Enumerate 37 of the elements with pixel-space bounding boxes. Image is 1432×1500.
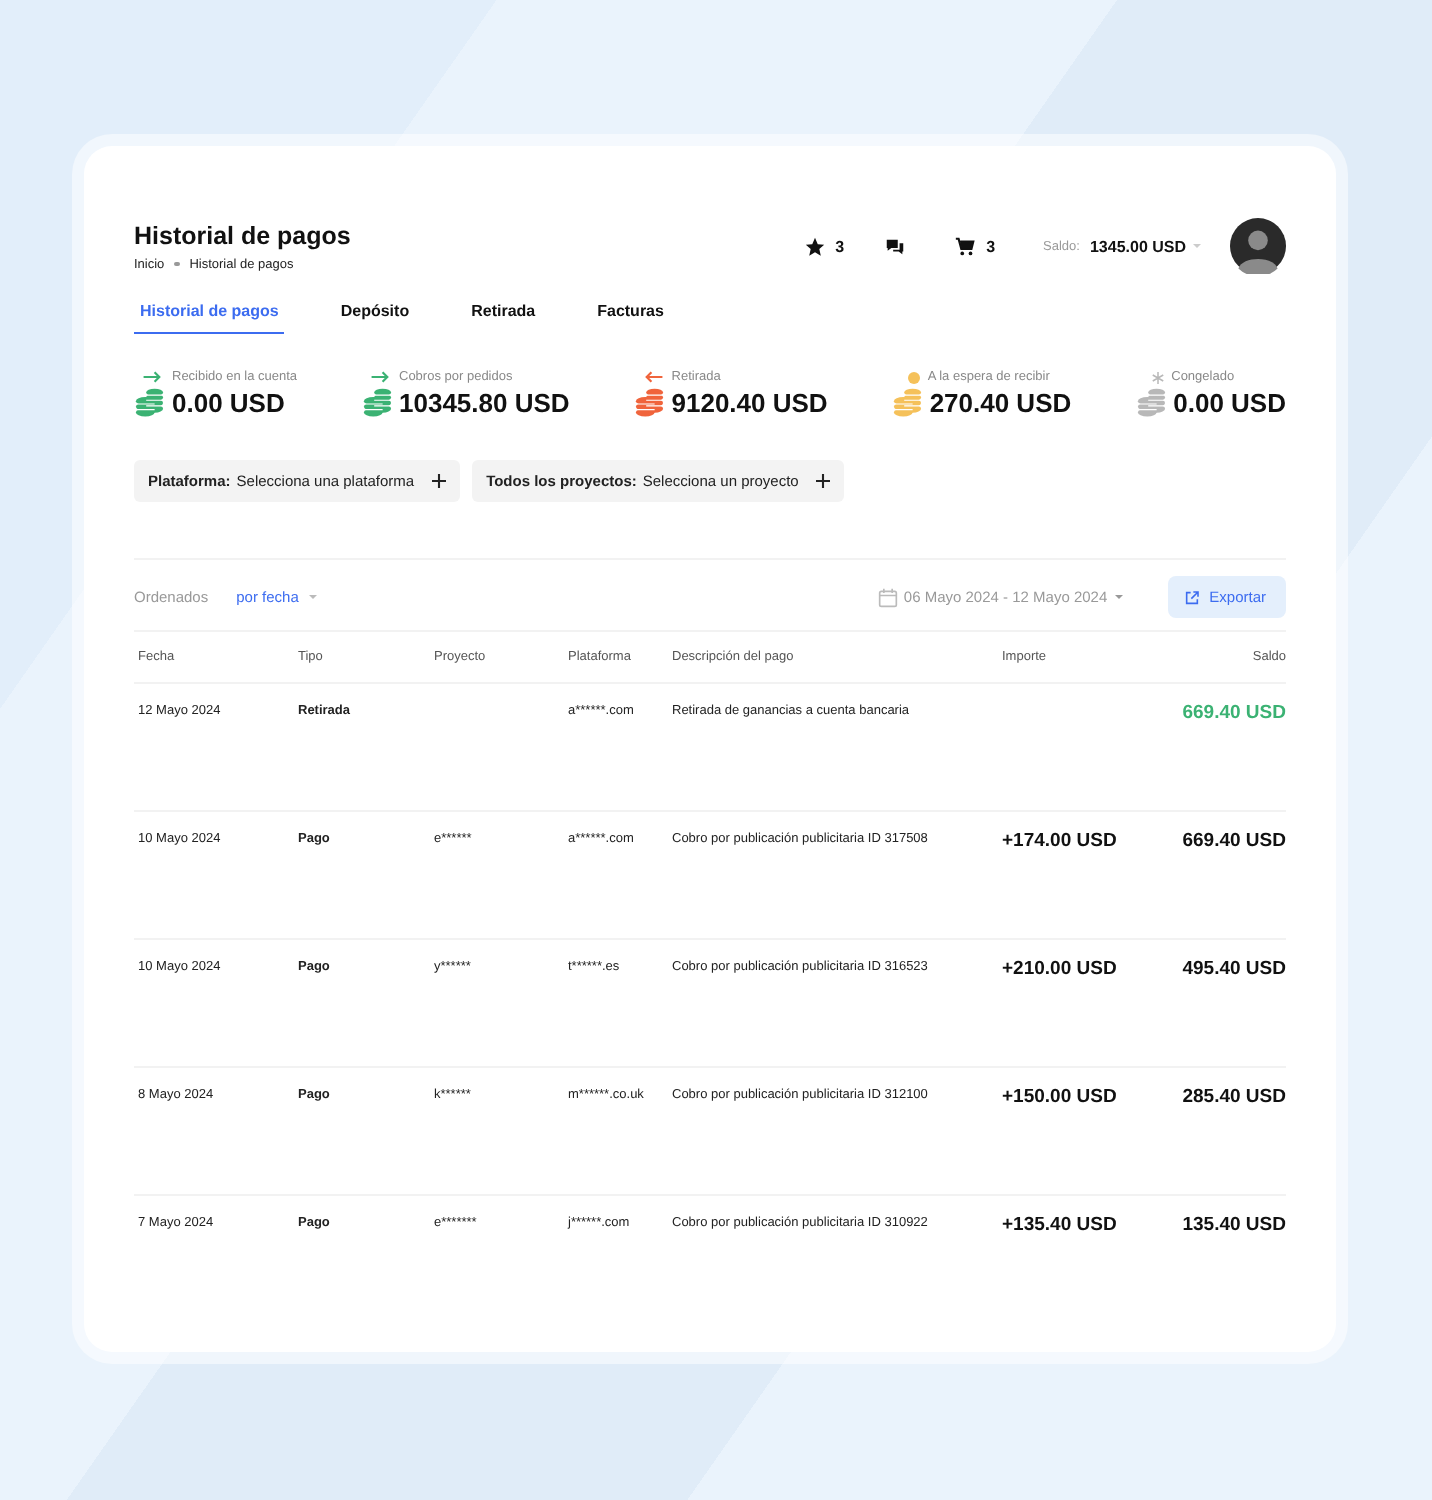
avatar[interactable]: [1230, 218, 1286, 274]
table-cell: 495.40 USD: [1182, 958, 1286, 980]
caret-icon: [1113, 594, 1124, 600]
tab[interactable]: Depósito: [334, 302, 416, 334]
chat-icon[interactable]: [884, 235, 907, 257]
balance-value[interactable]: 1345.00 USD: [1089, 237, 1186, 255]
cart-icon[interactable]: [954, 235, 977, 257]
favorites-count: 3: [835, 237, 845, 255]
table-cell: 135.40 USD: [1182, 1214, 1286, 1236]
stat-value: 0.00 USD: [1173, 388, 1286, 418]
coins-icon: [633, 388, 664, 418]
tab[interactable]: Historial de pagos: [134, 302, 285, 334]
table-cell: +210.00 USD: [1002, 958, 1117, 980]
tab[interactable]: Facturas: [591, 302, 670, 334]
stat-value: 270.40 USD: [929, 388, 1072, 418]
table-cell: +135.40 USD: [1002, 1214, 1117, 1236]
table-cell: 669.40 USD: [1182, 830, 1286, 852]
plus-icon: [432, 474, 447, 488]
stat-value: 9120.40 USD: [671, 388, 828, 418]
page-title: Historial de pagos: [134, 221, 351, 249]
caret-icon: [308, 594, 319, 600]
stat-value: 10345.80 USD: [399, 388, 570, 418]
table-cell: +174.00 USD: [1002, 830, 1117, 852]
table-cell: 285.40 USD: [1182, 1086, 1286, 1108]
plus-icon: [816, 474, 831, 488]
stat-value: 0.00 USD: [172, 388, 285, 418]
cart-count: 3: [986, 237, 996, 255]
coins-icon: [134, 388, 164, 418]
table-cell: +150.00 USD: [1002, 1086, 1117, 1108]
table-cell: 669.40 USD: [1182, 702, 1286, 724]
coins-icon: [1135, 388, 1166, 418]
tab[interactable]: Retirada: [465, 302, 542, 334]
external-link-icon: [1183, 589, 1200, 605]
star-icon[interactable]: [803, 235, 826, 257]
calendar-icon: [877, 587, 898, 607]
coins-icon: [361, 388, 391, 418]
coins-icon: [891, 388, 922, 418]
